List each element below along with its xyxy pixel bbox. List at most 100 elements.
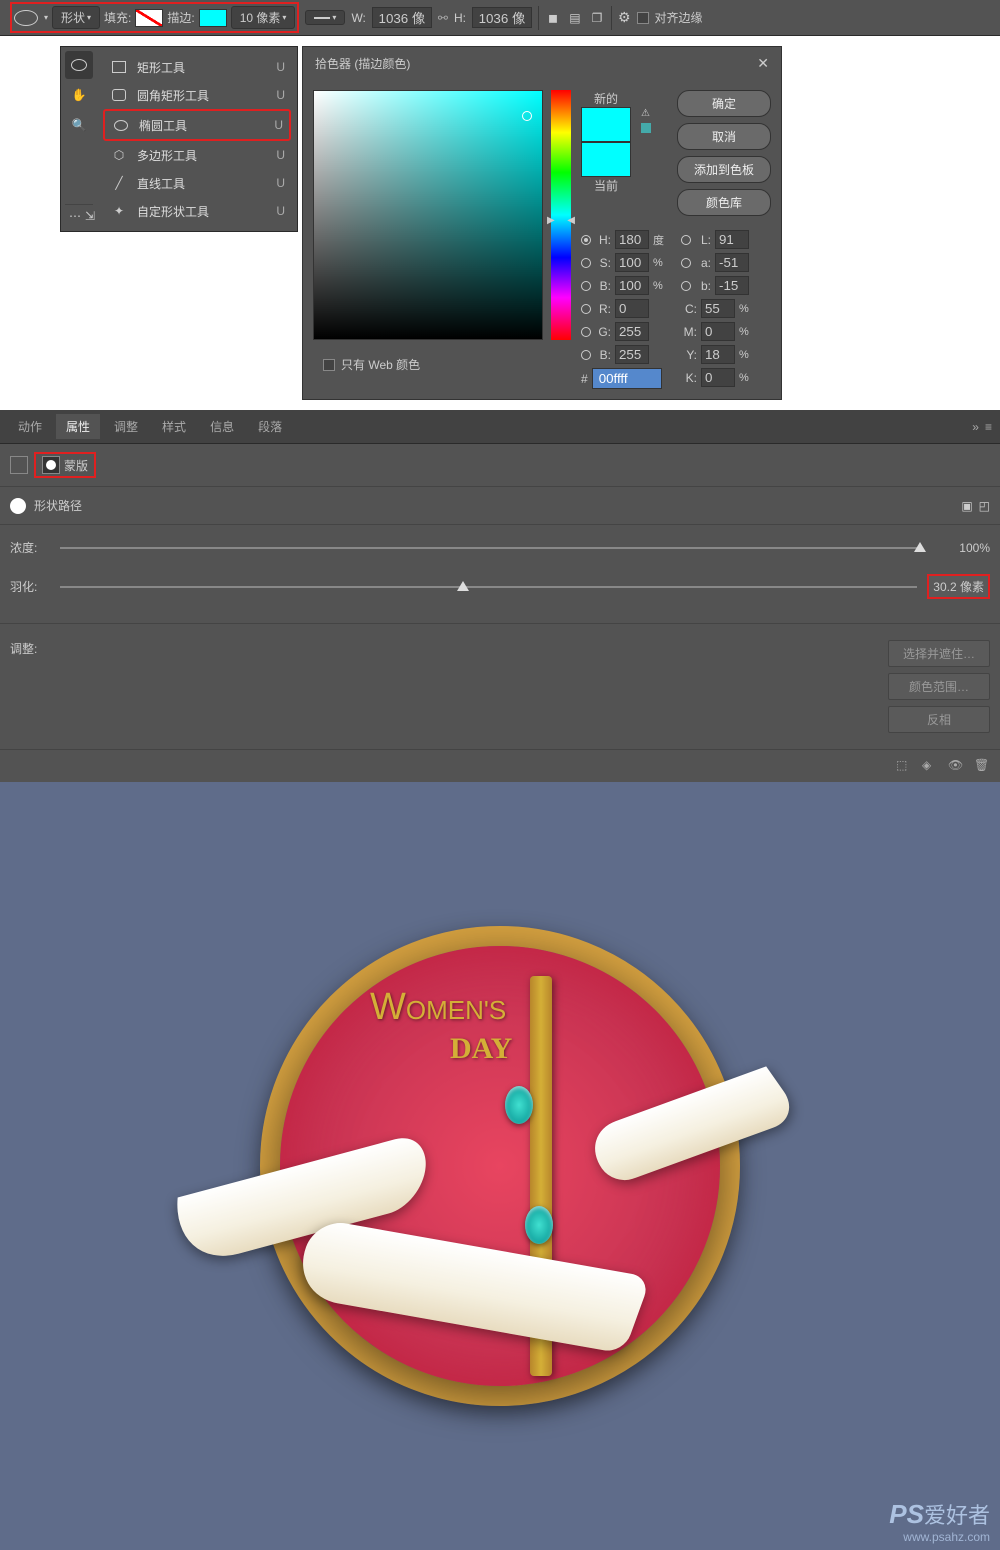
link-icon[interactable]: ⚯ (438, 11, 448, 25)
shape-thumbnail-icon (10, 498, 26, 514)
tab-properties[interactable]: 属性 (56, 414, 100, 439)
adjust-label: 调整: (10, 640, 37, 657)
tool-item-label: 圆角矩形工具 (137, 87, 209, 104)
cube-icon[interactable] (641, 123, 651, 133)
a-radio[interactable] (681, 258, 691, 268)
hand-tool-button[interactable]: ✋ (65, 81, 93, 109)
artwork-medallion: WOMEN'S DAY (250, 916, 750, 1416)
path-arrangement-icon[interactable]: ❐ (589, 10, 605, 26)
chevron-down-icon[interactable]: ▾ (44, 13, 48, 22)
ok-button[interactable]: 确定 (677, 90, 771, 117)
saturation-field[interactable] (313, 90, 543, 340)
web-only-row: 只有 Web 颜色 (313, 348, 571, 381)
path-alignment-icon[interactable]: ▤ (567, 10, 583, 26)
r-input[interactable] (615, 299, 649, 318)
edit-toolbar-icon[interactable]: ⋯ (69, 209, 81, 223)
fill-swatch[interactable] (135, 9, 163, 27)
ellipse-tool-button[interactable] (65, 51, 93, 79)
stroke-width-input[interactable]: 10 像素 ▾ (231, 6, 296, 29)
density-row: 浓度: 100% (0, 525, 1000, 560)
l-radio[interactable] (681, 235, 691, 245)
hex-input[interactable] (592, 368, 662, 389)
feather-value[interactable]: 30.2 像素 (927, 574, 990, 599)
tool-flyout-list: 矩形工具 U 圆角矩形工具 U 椭圆工具 U ⬡ 多边形工具 U ╱ 直线工具 (97, 47, 297, 231)
collapse-icon[interactable]: » (972, 420, 979, 434)
disable-mask-icon[interactable]: 👁 (948, 758, 964, 774)
tool-item-rectangle[interactable]: 矩形工具 U (103, 53, 291, 81)
artwork-title: WOMEN'S (370, 986, 506, 1029)
tool-item-line[interactable]: ╱ 直线工具 U (103, 169, 291, 197)
vector-mask-icon[interactable]: ◰ (979, 499, 990, 513)
r-radio[interactable] (581, 304, 591, 314)
feather-slider[interactable] (60, 586, 917, 588)
l-input[interactable] (715, 230, 749, 249)
density-label: 浓度: (10, 539, 50, 556)
a-input[interactable] (715, 253, 749, 272)
mode-dropdown[interactable]: 形状 ▾ (52, 6, 100, 29)
stroke-swatch[interactable] (199, 9, 227, 27)
lab-b-input[interactable] (715, 276, 749, 295)
add-swatch-button[interactable]: 添加到色板 (677, 156, 771, 183)
highlighted-options-group: ▾ 形状 ▾ 填充: 描边: 10 像素 ▾ (10, 2, 299, 33)
delete-mask-icon[interactable]: 🗑 (974, 758, 990, 774)
mode-label: 形状 (61, 9, 85, 26)
tool-item-polygon[interactable]: ⬡ 多边形工具 U (103, 141, 291, 169)
tool-item-custom-shape[interactable]: ✦ 自定形状工具 U (103, 197, 291, 225)
close-icon[interactable]: ✕ (757, 55, 769, 72)
brgb-input[interactable] (615, 345, 649, 364)
tab-actions[interactable]: 动作 (8, 414, 52, 439)
tab-info[interactable]: 信息 (200, 414, 244, 439)
live-shape-icon[interactable] (10, 456, 28, 474)
s-radio[interactable] (581, 258, 591, 268)
zoom-tool-button[interactable]: 🔍 (65, 111, 93, 139)
tool-item-rounded-rect[interactable]: 圆角矩形工具 U (103, 81, 291, 109)
brgb-radio[interactable] (581, 350, 591, 360)
color-cursor-icon (522, 111, 532, 121)
tab-styles[interactable]: 样式 (152, 414, 196, 439)
g-input[interactable] (615, 322, 649, 341)
tool-item-ellipse[interactable]: 椭圆工具 U (103, 109, 291, 141)
h-input[interactable] (615, 230, 649, 249)
lab-b-radio[interactable] (681, 281, 691, 291)
rect-icon (109, 57, 129, 77)
tab-paragraph[interactable]: 段落 (248, 414, 292, 439)
libraries-button[interactable]: 颜色库 (677, 189, 771, 216)
m-input[interactable] (701, 322, 735, 341)
hue-slider[interactable]: ▶◀ (551, 90, 571, 340)
y-input[interactable] (701, 345, 735, 364)
stroke-options-dropdown[interactable]: ▾ (305, 10, 345, 25)
width-input[interactable] (372, 7, 432, 28)
slider-thumb-icon[interactable] (914, 542, 926, 552)
toolbox-strip: ✋ 🔍 ⋯ ⇲ (61, 47, 97, 231)
tab-adjustments[interactable]: 调整 (104, 414, 148, 439)
k-input[interactable] (701, 368, 735, 387)
layer-mask-icon[interactable]: ▣ (961, 499, 972, 513)
select-and-mask-button[interactable]: 选择并遮住… (888, 640, 990, 667)
c-input[interactable] (701, 299, 735, 318)
density-value[interactable]: 100% (930, 541, 990, 555)
gear-icon[interactable]: ⚙ (618, 9, 631, 26)
invert-button[interactable]: 反相 (888, 706, 990, 733)
s-input[interactable] (615, 253, 649, 272)
path-operations-icon[interactable]: ◼ (545, 10, 561, 26)
b-radio[interactable] (581, 281, 591, 291)
panel-menu-icon[interactable]: ≡ (985, 420, 992, 434)
load-selection-icon[interactable]: ⬚ (896, 758, 912, 774)
tool-preset-icon[interactable] (14, 10, 38, 26)
slider-thumb-icon[interactable] (457, 581, 469, 591)
apply-mask-icon[interactable]: ◈ (922, 758, 938, 774)
cancel-button[interactable]: 取消 (677, 123, 771, 150)
expand-icon[interactable]: ⇲ (85, 209, 95, 223)
b-input[interactable] (615, 276, 649, 295)
current-color-swatch[interactable] (581, 142, 631, 177)
g-radio[interactable] (581, 327, 591, 337)
height-input[interactable] (472, 7, 532, 28)
mask-icon[interactable] (42, 456, 60, 474)
align-edges-checkbox[interactable] (637, 12, 649, 24)
h-radio[interactable] (581, 235, 591, 245)
web-only-checkbox[interactable] (323, 359, 335, 371)
warning-icon[interactable]: ⚠ (641, 108, 651, 119)
color-range-button[interactable]: 颜色范围… (888, 673, 990, 700)
watermark-ps: PS (889, 1499, 924, 1529)
density-slider[interactable] (60, 547, 920, 549)
